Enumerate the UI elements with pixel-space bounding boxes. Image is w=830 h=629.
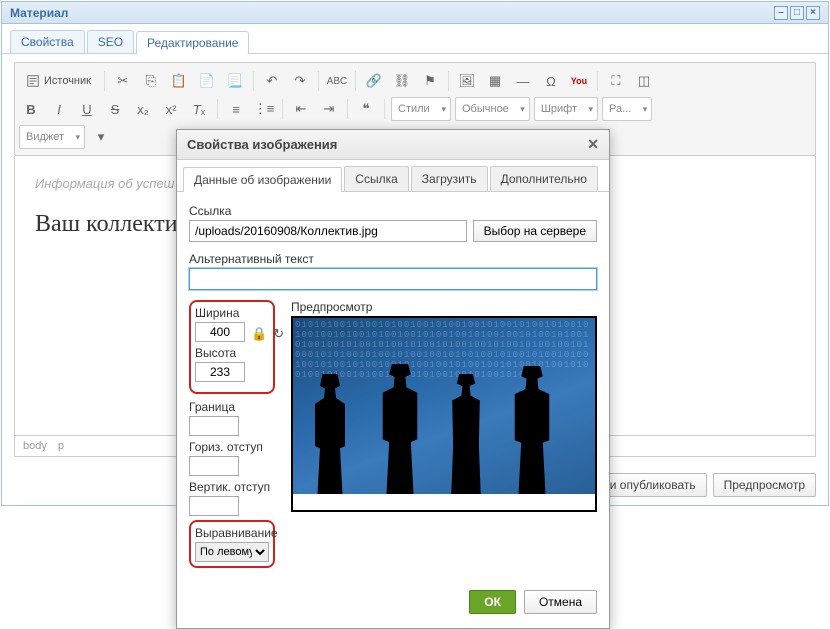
strike-icon[interactable]: S (103, 97, 127, 121)
specialchar-icon[interactable]: Ω (539, 69, 563, 93)
border-input[interactable] (189, 416, 239, 436)
blockquote-icon[interactable]: ❝ (354, 97, 378, 121)
removeformat-icon[interactable]: Tₓ (187, 97, 211, 121)
link-icon[interactable]: 🔗 (362, 69, 386, 93)
alt-label: Альтернативный текст (189, 252, 597, 266)
minimize-icon[interactable]: – (774, 6, 788, 20)
undo-icon[interactable]: ↶ (260, 69, 284, 93)
redo-icon[interactable]: ↷ (288, 69, 312, 93)
italic-icon[interactable]: I (47, 97, 71, 121)
styles-combo[interactable]: Стили (391, 97, 451, 121)
tab-edit[interactable]: Редактирование (136, 31, 249, 54)
dlg-tab-info[interactable]: Данные об изображении (183, 167, 342, 192)
align-select[interactable]: По левому (195, 542, 269, 562)
maximize-icon[interactable]: ⛶ (604, 69, 628, 93)
hspace-input[interactable] (189, 456, 239, 476)
showblocks-icon[interactable]: ◫ (632, 69, 656, 93)
lock-ratio-icon[interactable]: 🔒 (251, 326, 267, 342)
table-icon[interactable]: ▦ (483, 69, 507, 93)
main-tabs: Свойства SEO Редактирование (2, 24, 828, 54)
underline-icon[interactable]: U (75, 97, 99, 121)
dimension-highlight: Ширина Высота (189, 300, 275, 394)
copy-icon[interactable]: ⎘ (139, 69, 163, 93)
font-combo[interactable]: Шрифт (534, 97, 598, 121)
dialog-tabs: Данные об изображении Ссылка Загрузить Д… (177, 160, 609, 192)
url-label: Ссылка (189, 204, 467, 218)
size-combo[interactable]: Ра... (602, 97, 652, 121)
widget-combo[interactable]: Виджет (19, 125, 85, 149)
browse-server-button[interactable]: Выбор на сервере (473, 220, 597, 242)
tab-properties[interactable]: Свойства (10, 30, 85, 53)
dialog-title: Свойства изображения (187, 137, 337, 152)
paste-text-icon[interactable]: 📄 (195, 69, 219, 93)
numlist-icon[interactable]: ≡ (224, 97, 248, 121)
source-button[interactable]: Источник (19, 69, 98, 93)
preview-box[interactable]: 0101010010100101001001010010010100101001… (291, 316, 597, 512)
hspace-label: Гориз. отступ (189, 440, 275, 454)
dialog-close-icon[interactable]: ✕ (587, 136, 599, 153)
border-label: Граница (189, 400, 275, 414)
url-input[interactable] (189, 220, 467, 242)
bold-icon[interactable]: B (19, 97, 43, 121)
reset-size-icon[interactable]: ↻ (273, 326, 284, 342)
hr-icon[interactable]: ― (511, 69, 535, 93)
width-label: Ширина (195, 306, 269, 320)
alt-input[interactable] (189, 268, 597, 290)
dialog-footer: ОК Отмена (177, 580, 609, 628)
align-label: Выравнивание (195, 526, 269, 540)
maximize-icon[interactable]: □ (790, 6, 804, 20)
bullist-icon[interactable]: ⋮≡ (252, 97, 276, 121)
outdent-icon[interactable]: ⇤ (289, 97, 313, 121)
close-icon[interactable]: × (806, 6, 820, 20)
format-combo[interactable]: Обычное (455, 97, 530, 121)
titlebar: Материал – □ × (2, 2, 828, 24)
dlg-tab-upload[interactable]: Загрузить (411, 166, 488, 191)
image-icon[interactable]: 🖼 (455, 69, 479, 93)
dialog-body: Ссылка Выбор на сервере Альтернативный т… (177, 192, 609, 580)
path-body[interactable]: body (23, 440, 47, 452)
indent-icon[interactable]: ⇥ (317, 97, 341, 121)
vspace-input[interactable] (189, 496, 239, 516)
ok-button[interactable]: ОК (469, 590, 516, 614)
cut-icon[interactable]: ✂ (111, 69, 135, 93)
height-label: Высота (195, 346, 269, 360)
dialog-titlebar: Свойства изображения ✕ (177, 130, 609, 160)
width-input[interactable] (195, 322, 245, 342)
cancel-button[interactable]: Отмена (524, 590, 597, 614)
window-title: Материал (10, 6, 68, 20)
window-controls: – □ × (774, 6, 820, 20)
dlg-tab-link[interactable]: Ссылка (344, 166, 408, 191)
widget-extra-icon[interactable]: ▾ (89, 125, 113, 149)
height-input[interactable] (195, 362, 245, 382)
youtube-icon[interactable]: You (567, 69, 591, 93)
image-properties-dialog: Свойства изображения ✕ Данные об изображ… (176, 129, 610, 629)
preview-label: Предпросмотр (291, 300, 597, 314)
preview-button[interactable]: Предпросмотр (713, 473, 816, 497)
align-highlight: Выравнивание По левому (189, 520, 275, 568)
preview-image: 0101010010100101001001010010010100101001… (293, 318, 595, 494)
path-p[interactable]: p (58, 440, 64, 452)
tab-seo[interactable]: SEO (87, 30, 134, 53)
dimensions-column: Ширина Высота 🔒 ↻ Граница (189, 300, 275, 568)
paste-icon[interactable]: 📋 (167, 69, 191, 93)
vspace-label: Вертик. отступ (189, 480, 275, 494)
dlg-tab-advanced[interactable]: Дополнительно (490, 166, 598, 191)
spellcheck-icon[interactable]: ABC (325, 69, 349, 93)
subscript-icon[interactable]: x₂ (131, 97, 155, 121)
paste-word-icon[interactable]: 📃 (223, 69, 247, 93)
superscript-icon[interactable]: x² (159, 97, 183, 121)
anchor-icon[interactable]: ⚑ (418, 69, 442, 93)
unlink-icon[interactable]: ⛓ (390, 69, 414, 93)
